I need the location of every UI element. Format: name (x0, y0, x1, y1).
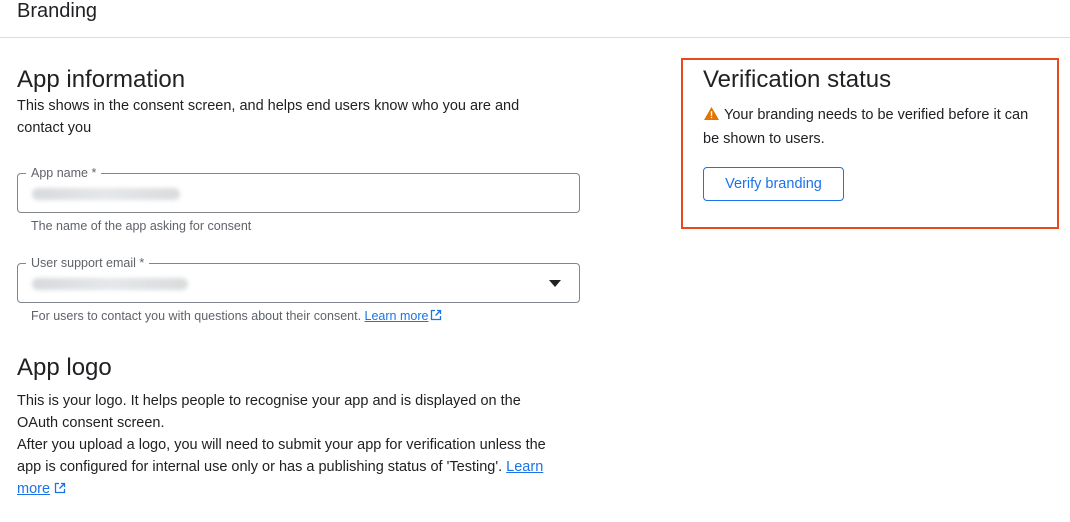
app-logo-heading: App logo (17, 354, 112, 381)
app-logo-line4: app is configured for internal use only … (17, 459, 503, 475)
app-information-description-line2: contact you (17, 120, 92, 136)
app-logo-line5-row: more (17, 478, 592, 501)
app-name-field[interactable]: App name * (17, 165, 580, 213)
verification-warning-line1: Your branding needs to be verified befor… (724, 107, 1029, 123)
user-support-email-label: User support email * (26, 255, 150, 271)
verification-status-heading: Verification status (703, 66, 892, 93)
user-support-email-hint: For users to contact you with questions … (31, 309, 362, 323)
app-information-heading: App information (17, 66, 186, 93)
user-support-email-hint-row: For users to contact you with questions … (31, 308, 442, 325)
user-support-email-select[interactable]: User support email * (17, 255, 580, 303)
app-name-label: App name * (26, 165, 102, 181)
app-information-description: This shows in the consent screen, and he… (17, 95, 577, 139)
app-name-hint: The name of the app asking for consent (31, 219, 252, 233)
page-header: Branding (0, 0, 1070, 38)
branding-page: Branding App information This shows in t… (0, 0, 1070, 522)
external-link-icon (430, 309, 442, 325)
learn-more-link[interactable]: Learn more (365, 309, 443, 323)
page-title: Branding (17, 0, 98, 22)
verify-branding-button[interactable]: Verify branding (703, 167, 844, 201)
warning-triangle-icon (703, 106, 720, 128)
verification-warning: Your branding needs to be verified befor… (703, 104, 1053, 150)
learn-more-link-label: Learn more (364, 309, 429, 323)
app-logo-line4-row: app is configured for internal use only … (17, 456, 592, 478)
arrow-drop-down-icon[interactable] (549, 280, 561, 287)
verification-warning-line1-row: Your branding needs to be verified befor… (703, 104, 1053, 128)
app-logo-line1: This is your logo. It helps people to re… (17, 393, 521, 409)
app-information-description-line1: This shows in the consent screen, and he… (17, 98, 520, 114)
app-logo-line2: OAuth consent screen. (17, 415, 165, 431)
app-logo-line3: After you upload a logo, you will need t… (17, 437, 546, 453)
app-logo-learn-more-link-cont[interactable]: more (17, 481, 50, 497)
external-link-icon[interactable] (54, 479, 66, 501)
app-logo-learn-more-link[interactable]: Learn (506, 459, 543, 475)
app-name-value-redacted (32, 188, 180, 200)
verification-warning-line2: be shown to users. (703, 131, 825, 147)
user-support-email-value-redacted (32, 278, 188, 290)
app-logo-description: This is your logo. It helps people to re… (17, 390, 592, 501)
